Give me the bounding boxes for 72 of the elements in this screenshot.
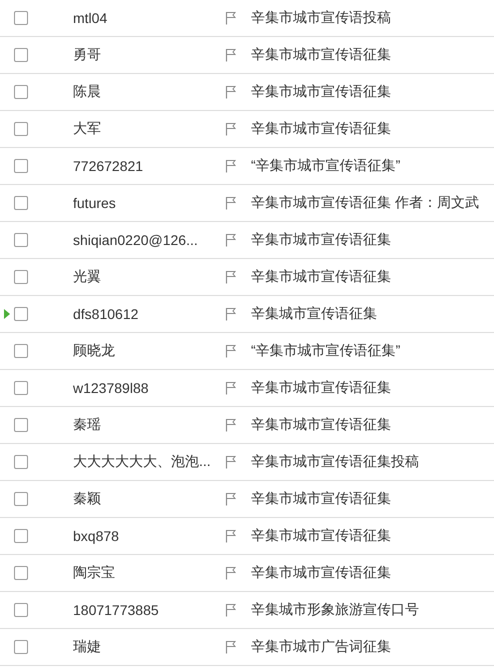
flag-icon[interactable] [225, 122, 237, 136]
mail-subject: 辛集市城市宣传语征集 [251, 527, 391, 545]
flag-icon[interactable] [225, 492, 237, 506]
checkbox[interactable] [14, 11, 28, 25]
mail-subject: 辛集城市宣传语征集 [251, 305, 377, 323]
flag-icon[interactable] [225, 640, 237, 654]
checkbox[interactable] [14, 381, 28, 395]
sender-name: mtl04 [73, 10, 108, 26]
sender-name: dfs810612 [73, 306, 140, 322]
sender-name: w123789l88 [73, 380, 150, 396]
sender-name: 秦瑶 [73, 416, 102, 434]
sender-name: futures [73, 195, 117, 211]
flag-icon[interactable] [225, 85, 237, 99]
mail-subject: 辛集市城市宣传语投稿 [251, 9, 391, 27]
checkbox[interactable] [14, 196, 28, 210]
sender-name: shiqian0220@126... [73, 232, 199, 248]
sender-name: 大军 [73, 120, 102, 138]
checkbox[interactable] [14, 122, 28, 136]
checkbox[interactable] [14, 344, 28, 358]
sender-name: 瑞婕 [73, 638, 102, 656]
checkbox[interactable] [14, 48, 28, 62]
sender-name: 陶宗宝 [73, 564, 116, 582]
sender-name: 772672821 [73, 158, 144, 174]
flag-icon[interactable] [225, 11, 237, 25]
flag-icon[interactable] [225, 529, 237, 543]
checkbox[interactable] [14, 640, 28, 654]
flag-icon[interactable] [225, 159, 237, 173]
mail-subject: 辛集市城市宣传语征集 [251, 83, 391, 101]
flag-icon[interactable] [225, 566, 237, 580]
flag-icon[interactable] [225, 418, 237, 432]
mail-subject: 辛集市城市宣传语征集 [251, 46, 391, 64]
mail-subject: 辛集城市形象旅游宣传口号 [251, 601, 419, 619]
checkbox[interactable] [14, 307, 28, 321]
checkbox[interactable] [14, 603, 28, 617]
mail-subject: 辛集市城市宣传语征集 [251, 268, 391, 286]
checkbox[interactable] [14, 233, 28, 247]
flag-icon[interactable] [225, 603, 237, 617]
mail-subject: 辛集市城市宣传语征集 [251, 416, 391, 434]
flag-icon[interactable] [225, 270, 237, 284]
flag-icon[interactable] [225, 196, 237, 210]
sender-name: bxq878 [73, 528, 120, 544]
flag-icon[interactable] [225, 455, 237, 469]
sender-name: 陈晨 [73, 83, 102, 101]
mail-subject: “辛集市城市宣传语征集” [251, 342, 400, 360]
mail-subject: 辛集市城市宣传语征集 作者：周文武 [251, 194, 479, 212]
checkbox[interactable] [14, 85, 28, 99]
flag-icon[interactable] [225, 381, 237, 395]
checkbox[interactable] [14, 159, 28, 173]
mail-subject: 辛集市城市宣传语征集 [251, 490, 391, 508]
sender-name: 光翼 [73, 268, 102, 286]
checkbox[interactable] [14, 566, 28, 580]
mail-subject: 辛集市城市广告词征集 [251, 638, 391, 656]
mail-subject: 辛集市城市宣传语征集 [251, 120, 391, 138]
mail-subject: “辛集市城市宣传语征集” [251, 157, 400, 175]
flag-icon[interactable] [225, 344, 237, 358]
mail-subject: 辛集市城市宣传语征集 [251, 564, 391, 582]
mail-subject: 辛集市城市宣传语征集投稿 [251, 453, 419, 471]
checkbox[interactable] [14, 455, 28, 469]
flag-icon[interactable] [225, 233, 237, 247]
flag-icon[interactable] [225, 48, 237, 62]
checkbox[interactable] [14, 529, 28, 543]
sender-name: 大大大大大大、泡泡... [73, 453, 212, 471]
sender-name: 18071773885 [73, 602, 160, 618]
mail-subject: 辛集市城市宣传语征集 [251, 231, 391, 249]
checkbox[interactable] [14, 418, 28, 432]
sender-name: 勇哥 [73, 46, 102, 64]
sender-name: 顾晓龙 [73, 342, 116, 360]
flag-icon[interactable] [225, 307, 237, 321]
checkbox[interactable] [14, 492, 28, 506]
mail-subject: 辛集市城市宣传语征集 [251, 379, 391, 397]
sender-name: 秦颖 [73, 490, 102, 508]
checkbox[interactable] [14, 270, 28, 284]
